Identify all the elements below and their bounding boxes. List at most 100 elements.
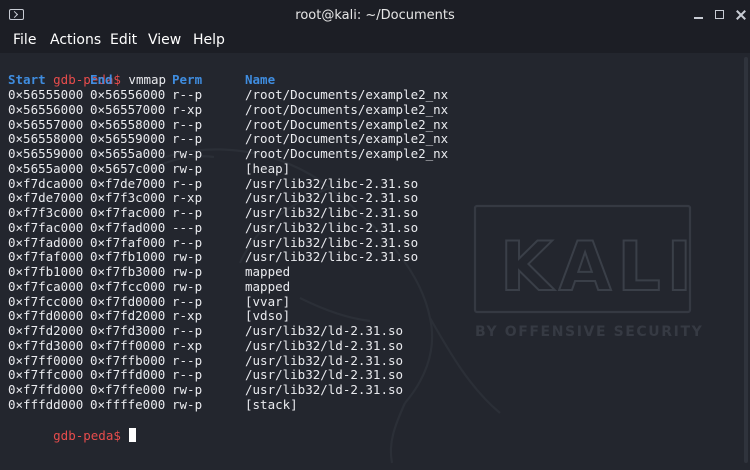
row-name: /usr/lib32/libc-2.31.so — [245, 249, 419, 265]
row-start: 0×f7ff0000 — [8, 352, 84, 368]
row-name: /usr/lib32/ld-2.31.so — [245, 367, 404, 383]
row-end: 0×f7fd2000 — [90, 308, 166, 324]
row-name: [stack] — [245, 396, 298, 412]
row-end: 0×f7fb3000 — [90, 264, 166, 279]
row-perm: r--p — [172, 205, 203, 220]
row-end: 0×56559000 — [90, 131, 166, 147]
row-perm: rw-p — [172, 382, 203, 397]
command-text: vmmap — [128, 72, 167, 87]
header-perm: Perm — [172, 72, 203, 87]
row-perm: r--p — [172, 323, 203, 338]
row-perm: rw-p — [172, 264, 203, 279]
row-start: 0×f7fca000 — [8, 278, 84, 294]
row-perm: r-xp — [172, 101, 203, 117]
row-start: 0×56558000 — [8, 131, 84, 147]
row-end: 0×f7fac000 — [90, 205, 166, 220]
row-start: 0×f7f3c000 — [8, 205, 84, 220]
row-end: 0×56558000 — [90, 116, 166, 132]
menu-bar: File Actions Edit View Help — [0, 30, 750, 53]
row-perm: r--p — [172, 175, 203, 191]
row-start: 0×56557000 — [8, 116, 84, 132]
menu-actions[interactable]: Actions — [50, 32, 101, 48]
row-start: 0×f7dca000 — [8, 175, 84, 191]
row-start: 0×fffdd000 — [8, 396, 84, 412]
row-end: 0×f7de7000 — [90, 175, 166, 191]
menu-file[interactable]: File — [13, 32, 36, 48]
row-end: 0×f7f3c000 — [90, 190, 166, 206]
row-perm: rw-p — [172, 249, 203, 265]
close-icon[interactable] — [734, 8, 748, 22]
minimize-icon[interactable] — [692, 8, 706, 22]
row-name: /usr/lib32/ld-2.31.so — [245, 352, 404, 368]
row-start: 0×f7fac000 — [8, 219, 84, 235]
menu-edit[interactable]: Edit — [110, 32, 137, 48]
row-perm: r--p — [172, 293, 203, 309]
row-perm: r--p — [172, 234, 203, 250]
row-name: /root/Documents/example2_nx — [245, 146, 449, 161]
row-end: 0×5657c000 — [90, 160, 166, 176]
row-start: 0×56559000 — [8, 146, 84, 161]
row-perm: r-xp — [172, 337, 203, 353]
row-name: /root/Documents/example2_nx — [245, 101, 449, 117]
prompt-text: gdb-peda$ — [53, 428, 121, 443]
row-end: 0×f7fb1000 — [90, 249, 166, 265]
row-perm: r--p — [172, 131, 203, 147]
row-end: 0×f7ffd000 — [90, 367, 166, 383]
row-perm: r-xp — [172, 308, 203, 324]
row-end: 0×f7ffe000 — [90, 382, 166, 397]
cursor — [129, 428, 137, 442]
row-start: 0×56556000 — [8, 101, 84, 117]
row-name: /usr/lib32/ld-2.31.so — [245, 323, 404, 338]
row-start: 0×f7fd0000 — [8, 308, 84, 324]
row-name: mapped — [245, 278, 291, 294]
header-start: Start — [8, 72, 46, 87]
kali-tagline: BY OFFENSIVE SECURITY — [475, 324, 703, 340]
row-start: 0×f7de7000 — [8, 190, 84, 206]
row-name: /root/Documents/example2_nx — [245, 131, 449, 147]
row-name: [vdso] — [245, 308, 291, 324]
row-perm: rw-p — [172, 278, 203, 294]
row-name: /root/Documents/example2_nx — [245, 87, 449, 102]
row-name: [heap] — [245, 160, 291, 176]
row-name: /usr/lib32/libc-2.31.so — [245, 219, 419, 235]
row-name: /usr/lib32/libc-2.31.so — [245, 190, 419, 206]
row-end: 0×56556000 — [90, 87, 166, 102]
row-start: 0×f7faf000 — [8, 249, 84, 265]
row-name: mapped — [245, 264, 291, 279]
row-start: 0×f7fb1000 — [8, 264, 84, 279]
row-end: 0×56557000 — [90, 101, 166, 117]
table-header: Start End Perm Name — [8, 72, 275, 87]
terminal-window: root@kali: ~/Documents File Actions Edit… — [0, 0, 750, 470]
row-perm: r-xp — [172, 190, 203, 206]
row-perm: rw-p — [172, 396, 203, 412]
row-name: /usr/lib32/ld-2.31.so — [245, 382, 404, 397]
row-start: 0×f7ffd000 — [8, 382, 84, 397]
row-start: 0×f7fad000 — [8, 234, 84, 250]
row-end: 0×f7fcc000 — [90, 278, 166, 294]
row-name: /usr/lib32/libc-2.31.so — [245, 175, 419, 191]
row-perm: r--p — [172, 87, 203, 102]
active-prompt-line[interactable]: gdb-peda$ — [8, 413, 137, 443]
kali-logo-text: KALI — [500, 228, 698, 307]
row-name: /usr/lib32/libc-2.31.so — [245, 234, 419, 250]
menu-help[interactable]: Help — [193, 32, 225, 48]
maximize-icon[interactable] — [713, 8, 727, 22]
command-line: gdb-peda$ vmmap — [8, 57, 166, 87]
row-perm: r--p — [172, 367, 203, 383]
row-start: 0×f7fd2000 — [8, 323, 84, 338]
row-end: 0×5655a000 — [90, 146, 166, 161]
terminal-output[interactable]: KALI BY OFFENSIVE SECURITY gdb-peda$ vmm… — [0, 53, 750, 470]
row-name: /usr/lib32/ld-2.31.so — [245, 337, 404, 353]
row-end: 0×f7faf000 — [90, 234, 166, 250]
row-end: 0×ffffe000 — [90, 396, 166, 412]
row-end: 0×f7ff0000 — [90, 337, 166, 353]
menu-view[interactable]: View — [148, 32, 181, 48]
header-name: Name — [245, 72, 276, 87]
row-start: 0×5655a000 — [8, 160, 84, 176]
title-bar[interactable]: root@kali: ~/Documents — [0, 0, 750, 30]
row-end: 0×f7fd0000 — [90, 293, 166, 309]
row-perm: r--p — [172, 116, 203, 132]
scrollbar[interactable] — [744, 57, 748, 463]
row-start: 0×56555000 — [8, 87, 84, 102]
row-name: [vvar] — [245, 293, 291, 309]
